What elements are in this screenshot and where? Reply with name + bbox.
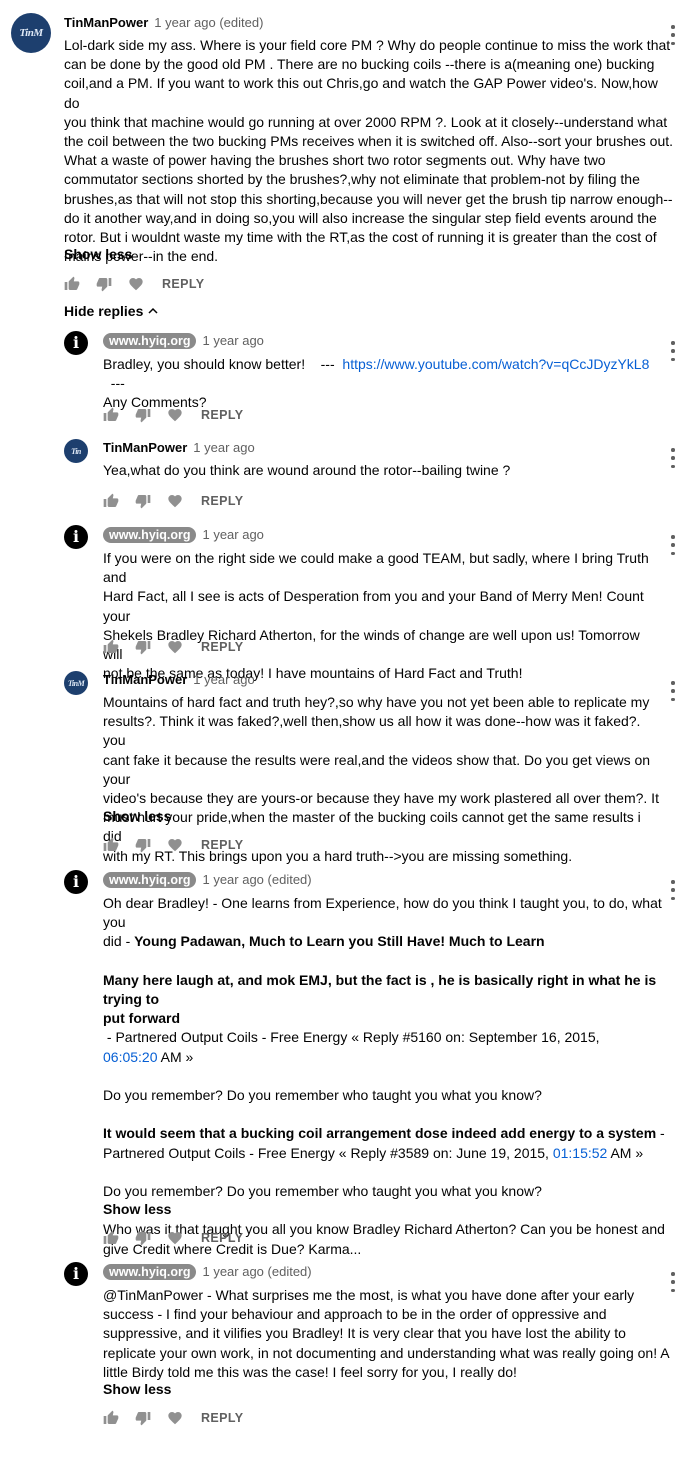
thumbs-down-icon[interactable] [135, 639, 151, 655]
avatar[interactable]: TinM [64, 671, 88, 695]
show-less-button[interactable]: Show less [64, 246, 132, 262]
info-icon: i [72, 527, 80, 546]
author-name[interactable]: www.hyiq.org [103, 527, 197, 543]
timestamp[interactable]: 1 year ago [193, 672, 254, 687]
comment-text: Oh dear Bradley! - One learns from Exper… [103, 895, 665, 1257]
reply-button[interactable]: REPLY [201, 1231, 244, 1245]
reply-button[interactable]: REPLY [162, 277, 205, 291]
info-icon: i [72, 1264, 80, 1283]
more-vert-icon[interactable] [670, 535, 676, 555]
heart-icon[interactable] [128, 276, 144, 292]
reply-button[interactable]: REPLY [201, 408, 244, 422]
info-icon: i [72, 872, 80, 891]
timestamp-link[interactable]: 06:05:20 [103, 1049, 158, 1065]
comment-text: If you were on the right side we could m… [103, 550, 649, 682]
reply-button[interactable]: REPLY [201, 640, 244, 654]
thumbs-up-icon[interactable] [103, 639, 119, 655]
author-name[interactable]: TinManPower [103, 672, 187, 687]
comment-actions: REPLY [103, 1408, 244, 1428]
timestamp[interactable]: 1 year ago (edited) [202, 872, 311, 887]
thumbs-down-icon[interactable] [135, 1230, 151, 1246]
comment-header: TinManPower 1 year ago [103, 439, 255, 457]
thumbs-down-icon[interactable] [135, 493, 151, 509]
thumbs-up-icon[interactable] [103, 837, 119, 853]
author-name[interactable]: TinManPower [64, 15, 148, 30]
reply-button[interactable]: REPLY [201, 494, 244, 508]
thumbs-up-icon[interactable] [103, 1410, 119, 1426]
video-link[interactable]: https://www.youtube.com/watch?v=qCcJDyzY… [342, 356, 649, 372]
thumbs-up-icon[interactable] [103, 1230, 119, 1246]
comment-text: Lol-dark side my ass. Where is your fiel… [64, 37, 674, 265]
timestamp[interactable]: 1 year ago [193, 440, 254, 455]
comment-text: Bradley, you should know better! --- htt… [103, 356, 650, 411]
timestamp[interactable]: 1 year ago (edited) [154, 15, 263, 30]
heart-icon[interactable] [167, 837, 183, 853]
author-name[interactable]: www.hyiq.org [103, 1264, 197, 1280]
author-name[interactable]: TinManPower [103, 440, 187, 455]
thumbs-down-icon[interactable] [135, 407, 151, 423]
thumbs-up-icon[interactable] [64, 276, 80, 292]
info-icon: i [72, 333, 80, 352]
comment-header: TinManPower 1 year ago [103, 671, 255, 689]
more-vert-icon[interactable] [670, 681, 676, 701]
reply-button[interactable]: REPLY [201, 1411, 244, 1425]
reply-button[interactable]: REPLY [201, 838, 244, 852]
chevron-up-icon [147, 305, 159, 317]
heart-icon[interactable] [167, 1230, 183, 1246]
avatar[interactable]: i [64, 525, 88, 549]
comment-header: www.hyiq.org 1 year ago [103, 332, 264, 350]
avatar[interactable]: i [64, 870, 88, 894]
timestamp[interactable]: 1 year ago (edited) [202, 1264, 311, 1279]
author-name[interactable]: www.hyiq.org [103, 872, 197, 888]
more-vert-icon[interactable] [670, 341, 676, 361]
comment-actions: REPLY [103, 835, 244, 855]
thumbs-down-icon[interactable] [96, 276, 112, 292]
thumbs-up-icon[interactable] [103, 493, 119, 509]
comment-header: www.hyiq.org 1 year ago (edited) [103, 871, 312, 889]
show-less-button[interactable]: Show less [103, 1381, 171, 1397]
show-less-button[interactable]: Show less [103, 808, 171, 824]
timestamp[interactable]: 1 year ago [202, 527, 263, 542]
comment-header: www.hyiq.org 1 year ago [103, 526, 264, 544]
thumbs-down-icon[interactable] [135, 1410, 151, 1426]
thumbs-down-icon[interactable] [135, 837, 151, 853]
comment-text: Yea,what do you think are wound around t… [103, 462, 511, 478]
timestamp-link[interactable]: 01:15:52 [553, 1145, 608, 1161]
avatar[interactable]: Tin [64, 439, 88, 463]
comment-text: @TinManPower - What surprises me the mos… [103, 1287, 670, 1380]
show-less-button[interactable]: Show less [103, 1201, 171, 1217]
comment-header: TinManPower 1 year ago (edited) [64, 14, 263, 32]
comment-actions: REPLY [64, 274, 205, 294]
thumbs-up-icon[interactable] [103, 407, 119, 423]
avatar[interactable]: i [64, 1262, 88, 1286]
heart-icon[interactable] [167, 493, 183, 509]
heart-icon[interactable] [167, 639, 183, 655]
heart-icon[interactable] [167, 1410, 183, 1426]
comment-actions: REPLY [103, 405, 244, 425]
hide-replies-button[interactable]: Hide replies [64, 303, 159, 319]
timestamp[interactable]: 1 year ago [202, 333, 263, 348]
author-name[interactable]: www.hyiq.org [103, 333, 197, 349]
comment-actions: REPLY [103, 491, 244, 511]
avatar[interactable]: i [64, 331, 88, 355]
comment-header: www.hyiq.org 1 year ago (edited) [103, 1263, 312, 1281]
heart-icon[interactable] [167, 407, 183, 423]
more-vert-icon[interactable] [670, 448, 676, 468]
comment-actions: REPLY [103, 637, 244, 657]
comment-actions: REPLY [103, 1228, 244, 1248]
avatar[interactable]: TinM [11, 13, 51, 53]
